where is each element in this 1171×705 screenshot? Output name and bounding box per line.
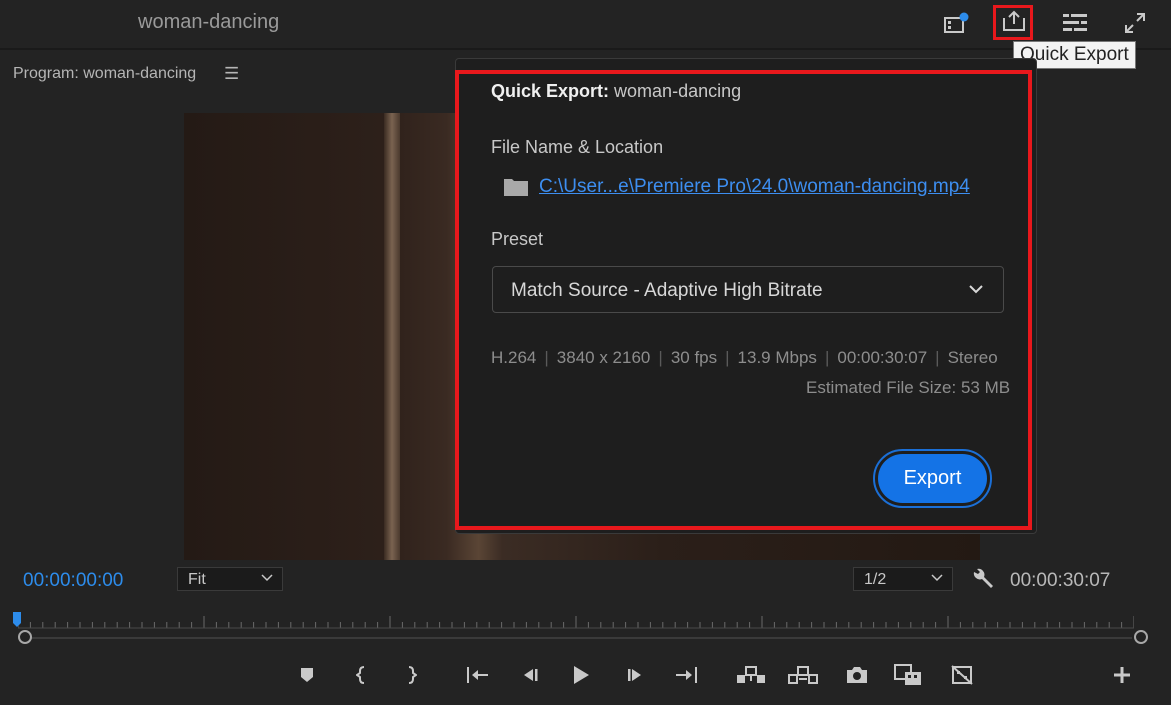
preset-label: Preset (491, 229, 544, 249)
time-ruler[interactable] (18, 613, 1134, 629)
panel-menu-icon[interactable]: ☰ (224, 64, 239, 84)
proxy-toggle-icon[interactable] (947, 660, 977, 690)
preset-dropdown[interactable]: Match Source - Adaptive High Bitrate (492, 266, 1004, 313)
button-editor-add-icon[interactable] (1107, 660, 1137, 690)
chevron-down-icon (260, 570, 274, 589)
chevron-down-icon (967, 280, 985, 303)
play-icon[interactable] (566, 660, 596, 690)
estimated-file-size: Estimated File Size: 53 MB (806, 378, 1011, 397)
comparison-view-icon[interactable] (893, 660, 923, 690)
export-button-label: Export (878, 454, 987, 503)
markers-icon[interactable] (941, 8, 971, 38)
mark-out-icon[interactable] (396, 660, 426, 690)
dialog-title-name: woman-dancing (614, 81, 742, 101)
file-path-link[interactable]: C:\User...e\Premiere Pro\24.0\woman-danc… (539, 176, 970, 198)
video-light-strip (384, 113, 400, 560)
wrench-icon[interactable] (970, 566, 996, 597)
camera-icon[interactable] (842, 660, 872, 690)
preset-value: Match Source - Adaptive High Bitrate (511, 280, 823, 301)
step-back-icon[interactable] (515, 660, 545, 690)
go-to-out-icon[interactable] (671, 660, 701, 690)
zoom-scrollbar[interactable] (18, 629, 1148, 647)
project-title: woman-dancing (138, 11, 280, 33)
dialog-title-label: Quick Export: (491, 81, 610, 101)
lift-icon[interactable] (736, 660, 766, 690)
spec-audio: Stereo (947, 348, 998, 367)
fit-value: Fit (188, 571, 206, 588)
workspace-settings-icon[interactable] (1060, 8, 1090, 38)
transport-controls (0, 660, 1171, 694)
mark-in-icon[interactable] (347, 660, 377, 690)
export-specs: H.264 | 3840 x 2160 | 30 fps | 13.9 Mbps | 00:00… (491, 348, 998, 367)
fullscreen-icon[interactable] (1120, 8, 1150, 38)
spec-codec: H.264 (491, 348, 537, 367)
program-monitor-label: Program: woman-dancing (13, 65, 197, 82)
dialog-title: Quick Export: woman-dancing (491, 81, 741, 102)
scrollbar-track (28, 637, 1132, 639)
zoom-fit-dropdown[interactable]: Fit (177, 567, 283, 591)
folder-icon[interactable] (503, 175, 529, 202)
scrollbar-right-handle[interactable] (1134, 630, 1148, 644)
step-forward-icon[interactable] (620, 660, 650, 690)
duration-timecode: 00:00:30:07 (1010, 570, 1111, 591)
spec-bitrate: 13.9 Mbps (737, 348, 817, 367)
quick-export-highlight (993, 5, 1033, 40)
playhead-timecode[interactable]: 00:00:00:00 (23, 570, 123, 592)
resolution-value: 1/2 (864, 571, 887, 588)
export-button[interactable]: Export (873, 449, 992, 508)
add-marker-icon[interactable] (292, 660, 322, 690)
go-to-in-icon[interactable] (463, 660, 493, 690)
scrollbar-left-handle[interactable] (18, 630, 32, 644)
playback-resolution-dropdown[interactable]: 1/2 (853, 567, 953, 591)
file-location-label: File Name & Location (491, 137, 664, 157)
spec-framerate: 30 fps (670, 348, 718, 367)
spec-resolution: 3840 x 2160 (556, 348, 651, 367)
extract-icon[interactable] (788, 660, 818, 690)
spec-duration: 00:00:30:07 (837, 348, 928, 367)
chevron-down-icon (930, 570, 944, 589)
